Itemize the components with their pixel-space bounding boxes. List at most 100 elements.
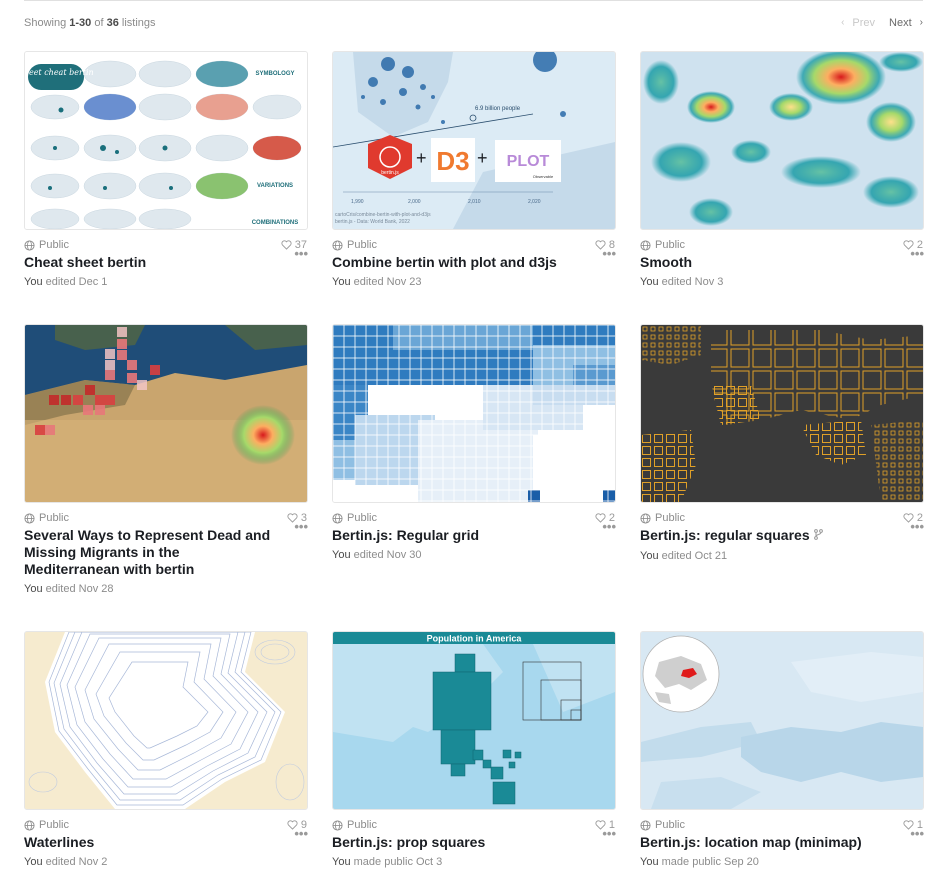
- notebook-title[interactable]: Smooth: [640, 254, 892, 271]
- combine-bertin-thumbnail: 6.9 billion people 1,990 2,000 2,010 2,0…: [333, 52, 615, 229]
- showing-suffix: listings: [121, 17, 156, 29]
- visibility: Public: [640, 512, 685, 524]
- visibility: Public: [640, 239, 685, 251]
- notebook-title-text: Cheat sheet bertin: [24, 254, 147, 270]
- notebook-title[interactable]: Bertin.js: prop squares: [332, 834, 584, 851]
- chevron-left-icon: ‹: [841, 17, 845, 28]
- edit-action: edited Nov 30: [353, 549, 422, 561]
- prev-label: Prev: [852, 17, 876, 29]
- notebook-card[interactable]: Public 2 Smooth ••• You edited Nov 3: [640, 51, 924, 288]
- card-meta: Public 37: [24, 239, 308, 251]
- edit-info: You edited Nov 3: [640, 276, 924, 288]
- notebook-title[interactable]: Bertin.js: regular squares: [640, 527, 892, 545]
- editor-name: You: [640, 276, 659, 288]
- edit-action: made public Sep 20: [661, 856, 759, 868]
- smooth-heatmap-thumbnail: [641, 52, 923, 229]
- more-dots-icon[interactable]: •••: [290, 247, 308, 260]
- thumb-banner: Population in America: [427, 634, 523, 644]
- editor-name: You: [24, 856, 43, 868]
- visibility-label: Public: [655, 819, 685, 831]
- notebook-thumbnail[interactable]: 6.9 billion people 1,990 2,000 2,010 2,0…: [332, 51, 616, 230]
- showing-of: of: [94, 17, 104, 29]
- editor-name: You: [332, 856, 351, 868]
- visibility: Public: [640, 819, 685, 831]
- showing-total: 36: [106, 17, 119, 29]
- card-meta: Public 8: [332, 239, 616, 251]
- notebook-title-text: Smooth: [640, 254, 693, 270]
- visibility-label: Public: [347, 819, 377, 831]
- edit-action: edited Nov 3: [661, 276, 724, 288]
- notebook-title-text: Bertin.js: location map (minimap): [640, 834, 862, 850]
- notebook-thumbnail[interactable]: Sheet cheat bertin SYMBOLOGY VARIATIONS …: [24, 51, 308, 230]
- notebook-title[interactable]: Bertin.js: Regular grid: [332, 527, 584, 544]
- visibility: Public: [24, 239, 69, 251]
- more-dots-icon[interactable]: •••: [290, 520, 308, 533]
- showing-prefix: Showing: [24, 17, 67, 29]
- globe-icon: [24, 239, 35, 251]
- thumb-combinations-label: COMBINATIONS: [252, 220, 299, 226]
- regular-grid-thumbnail: [333, 325, 615, 502]
- edit-action: edited Oct 21: [661, 550, 728, 562]
- showing-count: Showing 1-30 of 36 listings: [24, 17, 156, 29]
- more-dots-icon[interactable]: •••: [906, 247, 924, 260]
- notebook-card[interactable]: Sheet cheat bertin SYMBOLOGY VARIATIONS …: [24, 51, 308, 288]
- notebook-card[interactable]: Public 2 Bertin.js: Regular grid ••• You…: [332, 324, 616, 561]
- regular-squares-thumbnail: [641, 325, 923, 502]
- visibility: Public: [24, 512, 69, 524]
- notebook-thumbnail[interactable]: Population in America: [332, 631, 616, 810]
- editor-name: You: [332, 276, 351, 288]
- notebook-thumbnail[interactable]: [640, 51, 924, 230]
- fork-icon: [813, 529, 823, 543]
- card-meta: Public 2: [332, 512, 616, 524]
- edit-info: You edited Nov 30: [332, 549, 616, 561]
- card-meta: Public 2: [640, 512, 924, 524]
- notebook-thumbnail[interactable]: [24, 324, 308, 503]
- notebook-title[interactable]: Waterlines: [24, 834, 276, 851]
- notebook-title[interactable]: Combine bertin with plot and d3js: [332, 254, 584, 271]
- notebook-card[interactable]: Population in America Public 1 Bertin.js…: [332, 631, 616, 868]
- edit-info: You edited Nov 28: [24, 583, 308, 595]
- prev-button[interactable]: ‹ Prev: [841, 17, 875, 29]
- more-dots-icon[interactable]: •••: [906, 827, 924, 840]
- globe-icon: [24, 512, 35, 524]
- thumb-logo-d3: D3: [436, 146, 469, 176]
- editor-name: You: [332, 549, 351, 561]
- more-dots-icon[interactable]: •••: [598, 827, 616, 840]
- editor-name: You: [640, 550, 659, 562]
- notebook-card[interactable]: Public 2 Bertin.js: regular squares ••• …: [640, 324, 924, 562]
- notebook-title[interactable]: Bertin.js: location map (minimap): [640, 834, 892, 851]
- notebook-thumbnail[interactable]: [640, 631, 924, 810]
- location-map-thumbnail: [641, 632, 923, 809]
- thumb-symbology-label: SYMBOLOGY: [255, 71, 294, 77]
- heart-icon: [281, 240, 292, 250]
- notebook-card[interactable]: Public 9 Waterlines ••• You edited Nov 2: [24, 631, 308, 868]
- notebook-title-text: Bertin.js: prop squares: [332, 834, 486, 850]
- thumb-tick: 1,990: [351, 199, 364, 205]
- thumb-source: bertin.js - Data: World Bank, 2022: [335, 219, 410, 225]
- notebook-card[interactable]: Public 3 Several Ways to Represent Dead …: [24, 324, 308, 595]
- more-dots-icon[interactable]: •••: [906, 520, 924, 533]
- thumb-source: cartoCris/combine-bertin-with-plot-and-d…: [335, 212, 431, 218]
- visibility-label: Public: [39, 819, 69, 831]
- visibility-label: Public: [655, 239, 685, 251]
- notebook-thumbnail[interactable]: [332, 324, 616, 503]
- edit-action: edited Nov 2: [45, 856, 108, 868]
- next-button[interactable]: Next ›: [889, 17, 923, 29]
- more-dots-icon[interactable]: •••: [598, 520, 616, 533]
- notebook-card[interactable]: 6.9 billion people 1,990 2,000 2,010 2,0…: [332, 51, 616, 288]
- thumb-tick: 2,020: [528, 199, 541, 205]
- visibility: Public: [332, 239, 377, 251]
- notebook-title[interactable]: Cheat sheet bertin: [24, 254, 276, 271]
- notebook-thumbnail[interactable]: [640, 324, 924, 503]
- globe-icon: [332, 512, 343, 524]
- more-dots-icon[interactable]: •••: [598, 247, 616, 260]
- showing-range: 1-30: [69, 17, 92, 29]
- listing-header: Showing 1-30 of 36 listings ‹ Prev Next …: [24, 16, 923, 30]
- notebook-card[interactable]: Public 1 Bertin.js: location map (minima…: [640, 631, 924, 868]
- notebook-thumbnail[interactable]: [24, 631, 308, 810]
- globe-icon: [640, 239, 651, 251]
- more-dots-icon[interactable]: •••: [290, 827, 308, 840]
- thumb-annotation: 6.9 billion people: [475, 106, 521, 112]
- notebook-title[interactable]: Several Ways to Represent Dead and Missi…: [24, 527, 276, 578]
- plus-symbol: +: [477, 148, 488, 168]
